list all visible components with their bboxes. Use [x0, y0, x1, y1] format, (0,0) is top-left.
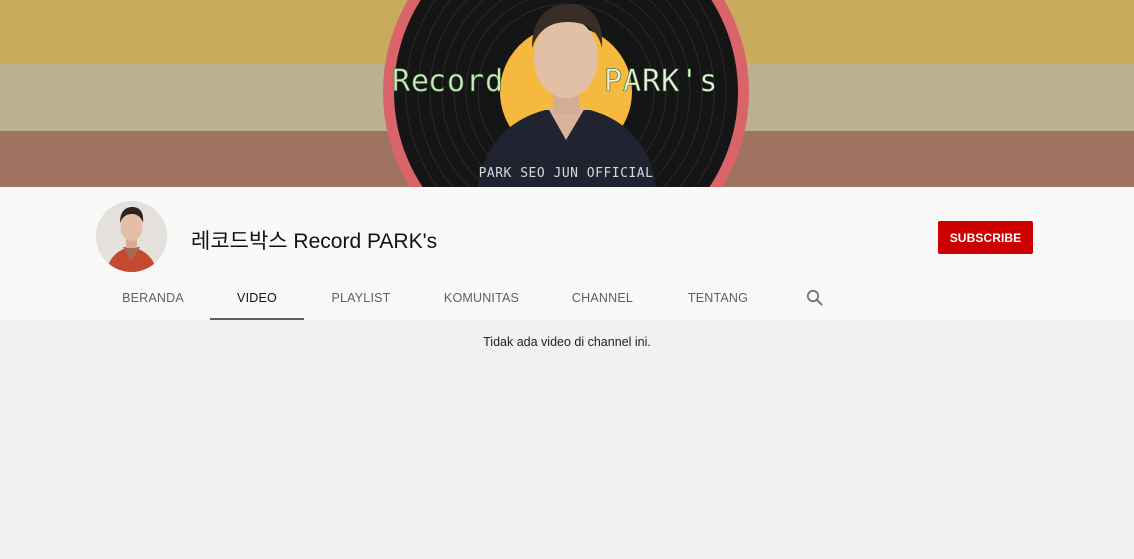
- banner-logo-left: Re: [392, 64, 430, 99]
- search-icon[interactable]: [805, 288, 825, 308]
- channel-banner: Re cord PARK's PARK SEO JUN OFFICIAL: [0, 0, 1134, 187]
- subscribe-button[interactable]: SUBSCRIBE: [938, 221, 1033, 254]
- avatar-portrait: [96, 201, 167, 272]
- banner-logo-right: PARK's: [604, 64, 718, 99]
- banner-logo-text-fragment: cord: [428, 64, 504, 99]
- channel-name: 레코드박스 Record PARK's: [191, 230, 438, 253]
- tab-channel[interactable]: CHANNEL: [545, 278, 660, 320]
- banner-subtitle: PARK SEO JUN OFFICIAL: [479, 166, 654, 181]
- banner-record-artwork: Re cord PARK's PARK SEO JUN OFFICIAL: [383, 0, 749, 187]
- tab-beranda[interactable]: BERANDA: [96, 278, 210, 320]
- search-icon-glyph: [806, 289, 823, 306]
- channel-avatar[interactable]: [96, 201, 167, 272]
- tab-komunitas[interactable]: KOMUNITAS: [418, 278, 545, 320]
- tab-tentang[interactable]: TENTANG: [660, 278, 776, 320]
- tab-video[interactable]: VIDEO: [210, 278, 304, 320]
- tab-playlist[interactable]: PLAYLIST: [304, 278, 418, 320]
- empty-state-message: Tidak ada video di channel ini.: [483, 335, 651, 349]
- channel-header: 레코드박스 Record PARK's SUBSCRIBE BERANDA VI…: [0, 187, 1134, 320]
